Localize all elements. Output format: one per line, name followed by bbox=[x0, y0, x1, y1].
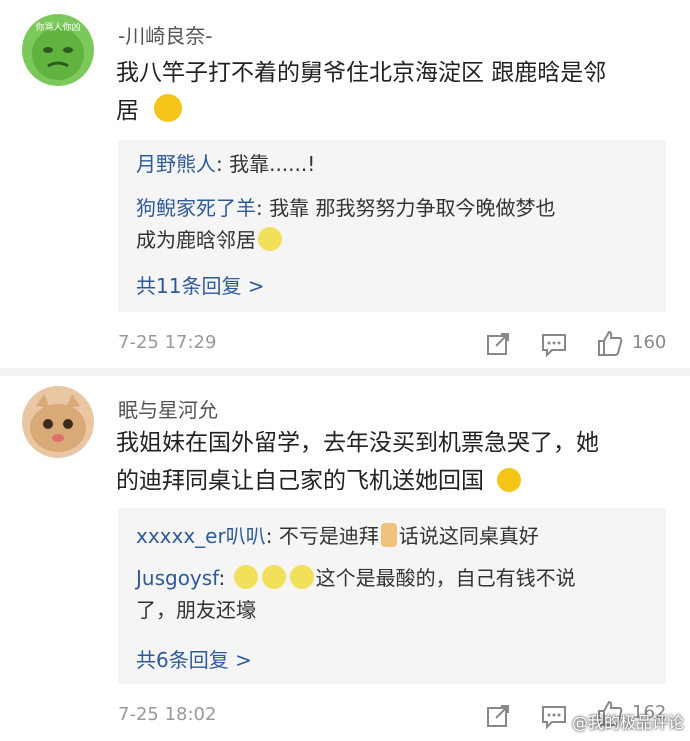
timestamp: 7-25 17:29 bbox=[118, 332, 217, 353]
comment-content: 我八竿子打不着的舅爷住北京海淀区 跟鹿晗是邻 居 bbox=[116, 54, 671, 130]
watermark: @我的极品评论 bbox=[571, 713, 684, 732]
reply-user[interactable]: 狗鲵家死了羊 bbox=[136, 196, 256, 220]
divider bbox=[0, 368, 690, 376]
share-icon[interactable] bbox=[484, 330, 512, 358]
content-line: 的迪拜同桌让自己家的飞机送她回国 bbox=[116, 462, 671, 500]
lemon-emoji-icon bbox=[289, 565, 314, 589]
thumbs-up-icon[interactable] bbox=[596, 329, 624, 357]
username[interactable]: -川崎良奈- bbox=[118, 20, 212, 49]
avatar-caption: 你骂人你凶 bbox=[35, 23, 81, 33]
content-line: 我姐妹在国外留学，去年没买到机票急哭了，她 bbox=[116, 430, 599, 456]
comment-2: 眠与星河允 我姐妹在国外留学，去年没买到机票急哭了，她 的迪拜同桌让自己家的飞机… bbox=[0, 376, 690, 741]
comment-content: 我姐妹在国外留学，去年没买到机票急哭了，她 的迪拜同桌让自己家的飞机送她回国 bbox=[116, 424, 671, 500]
like-count: 160 bbox=[632, 332, 667, 353]
content-line: 居 bbox=[116, 92, 671, 130]
reply-text: 了，朋友还壕 bbox=[136, 598, 256, 622]
reply: xxxxx_er叭叭: 不亏是迪拜 话说这同桌真好 bbox=[136, 520, 651, 552]
reply-text: 成为鹿晗邻居 bbox=[136, 228, 256, 252]
more-replies-link[interactable]: 共6条回复 > bbox=[136, 644, 252, 673]
crying-emoji-icon bbox=[497, 468, 522, 492]
comment-1: 你骂人你凶 -川崎良奈- 我八竿子打不着的舅爷住北京海淀区 跟鹿晗是邻 居 月野… bbox=[0, 0, 690, 368]
smirk-emoji-icon bbox=[154, 94, 183, 122]
comment-icon[interactable] bbox=[540, 330, 568, 358]
reply: Jusgoysf: 这个是最酸的，自己有钱不说 了，朋友还壕 bbox=[136, 562, 651, 626]
lemon-emoji-icon bbox=[233, 565, 258, 589]
username[interactable]: 眠与星河允 bbox=[118, 394, 218, 423]
reply-text: : 我靠......! bbox=[216, 152, 316, 176]
comment-icon[interactable] bbox=[540, 702, 568, 730]
reply-user[interactable]: xxxxx_er叭叭 bbox=[136, 524, 266, 548]
share-icon[interactable] bbox=[484, 702, 512, 730]
more-replies-link[interactable]: 共11条回复 > bbox=[136, 270, 265, 299]
reply-text: 话说这同桌真好 bbox=[398, 524, 539, 548]
content-text: 居 bbox=[116, 98, 139, 124]
reply-text: : 我靠 那我努努力争取今晚做梦也 bbox=[256, 196, 556, 220]
reply-box[interactable]: xxxxx_er叭叭: 不亏是迪拜 话说这同桌真好 Jusgoysf: 这个是最酸… bbox=[118, 508, 666, 684]
content-text: 的迪拜同桌让自己家的飞机送她回国 bbox=[116, 468, 484, 494]
reply-text: : 不亏是迪拜 bbox=[265, 524, 379, 548]
reply-user[interactable]: Jusgoysf bbox=[136, 566, 219, 590]
reply-text: 这个是最酸的，自己有钱不说 bbox=[315, 566, 576, 590]
avatar-cat-icon bbox=[30, 394, 86, 452]
lemon-emoji-icon bbox=[261, 565, 286, 589]
reply: 狗鲵家死了羊: 我靠 那我努努力争取今晚做梦也 成为鹿晗邻居 bbox=[136, 192, 651, 256]
avatar[interactable] bbox=[22, 386, 94, 458]
content-line: 我八竿子打不着的舅爷住北京海淀区 跟鹿晗是邻 bbox=[116, 60, 607, 86]
thumbs-up-emoji-icon bbox=[380, 523, 397, 547]
reply-user[interactable]: 月野熊人 bbox=[136, 152, 216, 176]
reply: 月野熊人: 我靠......! bbox=[136, 148, 651, 180]
avatar[interactable]: 你骂人你凶 bbox=[22, 14, 94, 86]
lemon-emoji-icon bbox=[258, 227, 282, 251]
timestamp: 7-25 18:02 bbox=[118, 704, 217, 725]
reply-box[interactable]: 月野熊人: 我靠......! 狗鲵家死了羊: 我靠 那我努努力争取今晚做梦也 … bbox=[118, 140, 666, 312]
